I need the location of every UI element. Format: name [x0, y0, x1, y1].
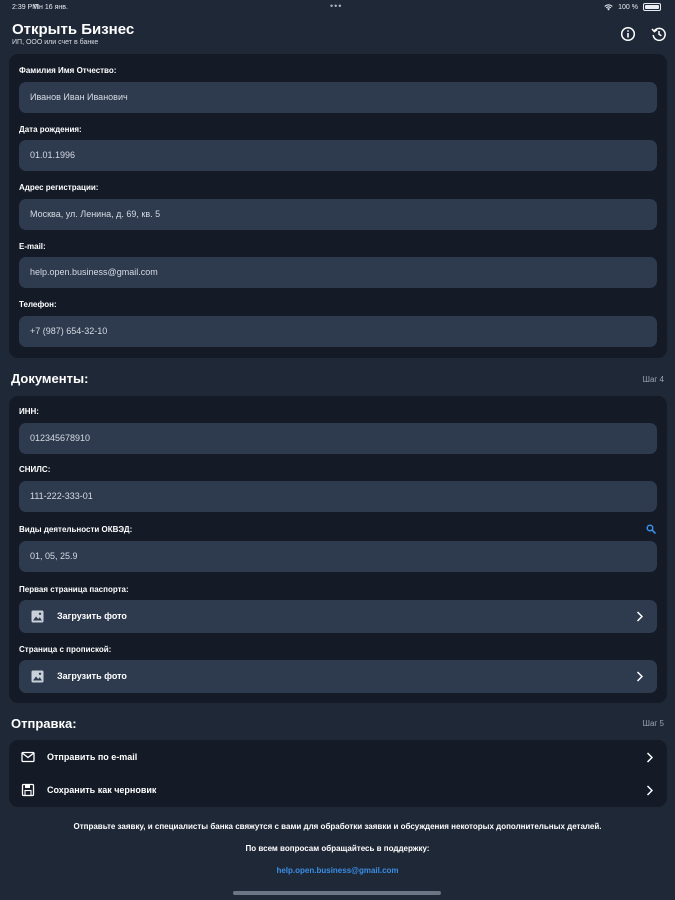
envelope-icon	[21, 751, 35, 763]
footer-note: Отправьте заявку, и специалисты банка св…	[73, 822, 602, 831]
support-email-link[interactable]: help.open.business@gmail.com	[0, 866, 675, 875]
send-email-button[interactable]: Отправить по e-mail	[9, 741, 667, 774]
submit-card: Отправить по e-mail Сохранить как чернов…	[9, 740, 667, 807]
status-indicators: 100 %	[604, 3, 661, 11]
inn-input[interactable]: 012345678910	[19, 423, 657, 454]
upload-registration-button[interactable]: Загрузить фото	[19, 660, 657, 693]
info-button[interactable]	[620, 26, 636, 42]
submit-step-label: Шаг 5	[642, 719, 664, 728]
send-email-label: Отправить по e-mail	[47, 752, 138, 762]
fio-input[interactable]: Иванов Иван Иванович	[19, 82, 657, 113]
nav-header: Открыть Бизнес ИП, ООО или счет в банке	[0, 18, 675, 54]
status-date: Пн 16 янв.	[34, 4, 68, 11]
email-field[interactable]: help.open.business@gmail.com	[19, 257, 657, 288]
inn-label: ИНН:	[19, 407, 39, 416]
email-label: E-mail:	[19, 242, 46, 251]
save-draft-label: Сохранить как черновик	[47, 785, 157, 795]
home-indicator[interactable]	[233, 891, 441, 895]
address-input[interactable]: Москва, ул. Ленина, д. 69, кв. 5	[19, 199, 657, 230]
okved-input[interactable]: 01, 05, 25.9	[19, 541, 657, 572]
phone-input[interactable]: +7 (987) 654-32-10	[19, 316, 657, 347]
footer-support-text: По всем вопросам обращайтесь в поддержку…	[245, 844, 430, 853]
documents-card: ИНН: 012345678910 СНИЛС: 111-222-333-01 …	[9, 396, 667, 703]
image-icon	[31, 670, 44, 683]
chevron-right-icon	[636, 611, 643, 622]
chevron-right-icon	[646, 785, 653, 796]
image-icon	[31, 610, 44, 623]
info-icon	[620, 26, 636, 42]
upload-registration-label: Загрузить фото	[57, 671, 127, 681]
search-icon[interactable]	[646, 524, 656, 534]
snils-input[interactable]: 111-222-333-01	[19, 481, 657, 512]
address-label: Адрес регистрации:	[19, 183, 99, 192]
status-bar: 2:39 PM Пн 16 янв. ••• 100 %	[0, 0, 675, 18]
chevron-right-icon	[636, 671, 643, 682]
birth-date-label: Дата рождения:	[19, 125, 82, 134]
upload-passport-button[interactable]: Загрузить фото	[19, 600, 657, 633]
birth-date-input[interactable]: 01.01.1996	[19, 140, 657, 171]
page-subtitle: ИП, ООО или счет в банке	[12, 39, 99, 46]
wifi-icon	[604, 3, 613, 10]
registration-page-label: Страница с пропиской:	[19, 645, 112, 654]
battery-icon	[643, 3, 661, 11]
fio-label: Фамилия Имя Отчество:	[19, 66, 117, 75]
submit-section-title: Отправка:	[11, 716, 77, 731]
battery-percent: 100 %	[618, 3, 638, 11]
history-button[interactable]	[651, 26, 667, 42]
multitasking-dots[interactable]: •••	[330, 1, 342, 11]
snils-label: СНИЛС:	[19, 465, 51, 474]
documents-section-title: Документы:	[11, 371, 89, 386]
documents-step-label: Шаг 4	[642, 375, 664, 384]
personal-data-card: Фамилия Имя Отчество: Иванов Иван Иванов…	[9, 54, 667, 358]
passport-label: Первая страница паспорта:	[19, 585, 129, 594]
history-icon	[651, 27, 666, 42]
upload-passport-label: Загрузить фото	[57, 611, 127, 621]
chevron-right-icon	[646, 752, 653, 763]
okved-label: Виды деятельности ОКВЭД:	[19, 525, 133, 534]
page-title: Открыть Бизнес	[12, 21, 135, 38]
phone-label: Телефон:	[19, 300, 57, 309]
save-draft-icon	[21, 783, 35, 797]
save-draft-button[interactable]: Сохранить как черновик	[9, 774, 667, 807]
